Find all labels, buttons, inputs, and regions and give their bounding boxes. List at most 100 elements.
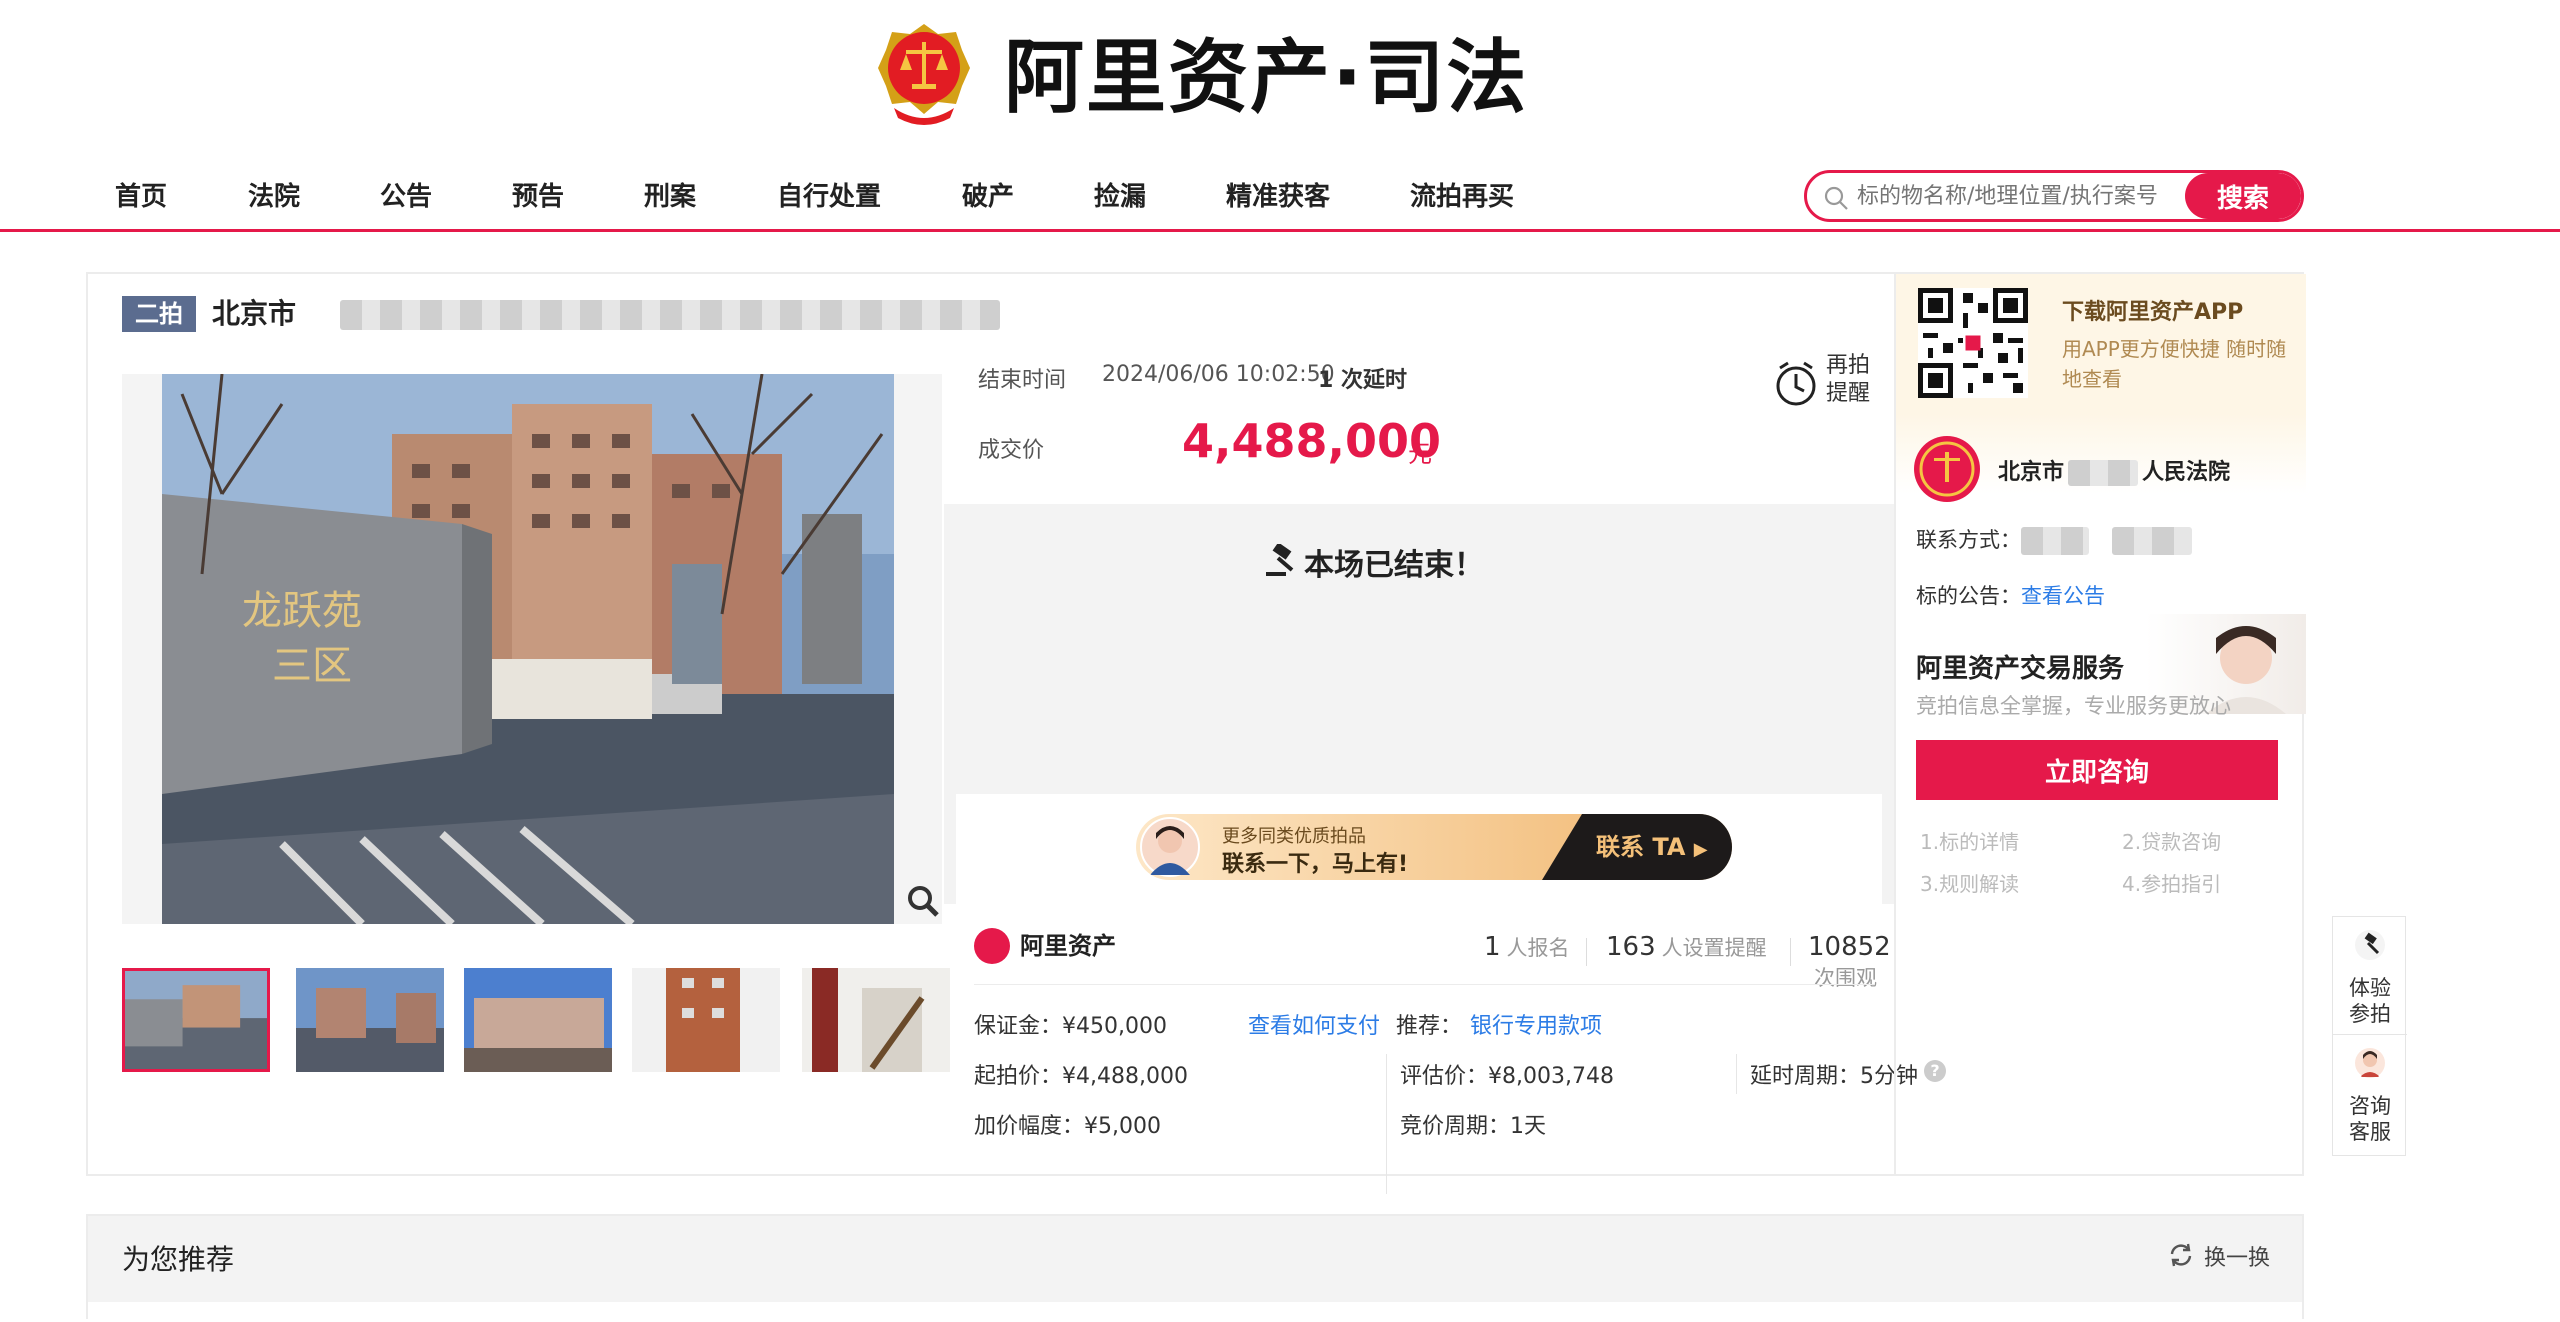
thumbnail-image (464, 968, 612, 1072)
stats-separator (974, 984, 1874, 985)
nav-item-precise-leads[interactable]: 精准获客 (1226, 176, 1330, 213)
thumbnail-image (125, 971, 267, 1069)
contact-ta-button[interactable]: 联系 TA ▶ (1542, 814, 1732, 880)
view-number: 10852 (1808, 932, 1891, 962)
ali-asset-logo-icon (974, 928, 1010, 964)
contact-promo-bar[interactable]: 更多同类优质拍品 联系一下，马上有! 联系 TA ▶ (1136, 814, 1732, 880)
gavel-icon (2355, 930, 2385, 960)
stat-divider (1586, 938, 1587, 966)
service-item-detail[interactable]: 1.标的详情 (1920, 826, 2019, 855)
refresh-button[interactable]: 换一换 (2168, 1240, 2270, 1272)
court-notice: 标的公告：查看公告 (1916, 580, 2105, 610)
court-name-suffix: 人民法院 (2142, 460, 2231, 485)
nav-item-bankruptcy[interactable]: 破产 (962, 176, 1014, 213)
reminder-label-line2: 提醒 (1826, 381, 1871, 406)
recommend-title: 为您推荐 (122, 1243, 235, 1276)
app-download-box: 下载阿里资产APP 用APP更方便快捷 随时随地查看 (1896, 274, 2306, 414)
app-download-title[interactable]: 下载阿里资产APP (2062, 294, 2243, 326)
deposit: 保证金：¥450,000 (974, 1014, 1167, 1039)
service-item-guide[interactable]: 4.参拍指引 (2122, 868, 2221, 897)
thumbnail-4[interactable] (632, 968, 780, 1072)
court-info: 北京市 人民法院 联系方式： 标的公告：查看公告 (1896, 414, 2306, 614)
delay-period: 延时周期：5分钟 (1750, 1064, 1918, 1089)
nav-item-self-disposal[interactable]: 自行处置 (777, 176, 881, 213)
court-emblem-graphic (1919, 441, 1975, 497)
qr-code-icon[interactable] (1918, 288, 2028, 398)
delay-count: 1 次延时 (1318, 368, 1407, 393)
search-button[interactable]: 搜索 (2185, 173, 2301, 219)
main-photo[interactable]: 龙跃苑 三区 (122, 374, 942, 924)
court-emblem-icon (1914, 436, 1980, 502)
reminder-label-line1: 再拍 (1826, 353, 1871, 378)
svg-text:三区: 三区 (272, 643, 352, 689)
search-input[interactable] (1857, 173, 2157, 219)
gavel-icon (1266, 544, 1294, 576)
view-label: 次围观 (1814, 966, 1877, 990)
nav-item-bargain[interactable]: 捡漏 (1094, 176, 1146, 213)
try-bidding-button[interactable]: 体验参拍 (2333, 917, 2407, 1035)
auction-round-tag: 二拍 (122, 296, 196, 332)
nav-item-notice[interactable]: 公告 (380, 176, 432, 213)
court-name[interactable]: 北京市 人民法院 (1998, 454, 2230, 486)
try-bidding-label: 体验参拍 (2349, 976, 2391, 1026)
stat-divider (1790, 938, 1791, 966)
svg-text:龙跃苑: 龙跃苑 (242, 588, 362, 634)
deal-price: 4,488,000 (1182, 414, 1441, 468)
court-name-prefix: 北京市 (1998, 460, 2065, 485)
logo-text: 阿里资产·司法 (1004, 31, 1529, 124)
service-item-rules[interactable]: 3.规则解读 (1920, 868, 2019, 897)
recommend-list-area (88, 1302, 2302, 1322)
brand-text: 阿里资产 (1020, 932, 1116, 960)
signup-label: 人报名 (1506, 936, 1570, 960)
bank-fund-link[interactable]: 银行专用款项 (1470, 1008, 1602, 1040)
search-box: 搜索 (1804, 170, 2304, 222)
trade-service-box: 阿里资产交易服务 竞拍信息全掌握，专业服务更放心 立即咨询 1.标的详情 2.贷… (1896, 614, 2306, 914)
increment: 加价幅度：¥5,000 (974, 1114, 1161, 1139)
nav-item-court[interactable]: 法院 (248, 176, 300, 213)
contact-label: 联系方式： (1916, 528, 2021, 552)
agent-avatar (1140, 817, 1200, 877)
service-subtitle: 竞拍信息全掌握，专业服务更放心 (1916, 694, 2231, 718)
contact-ta-label: 联系 TA (1596, 833, 1686, 861)
column-divider (1386, 1054, 1387, 1194)
nav-item-rebuy[interactable]: 流拍再买 (1410, 176, 1514, 213)
thumbnail-5[interactable] (802, 968, 950, 1072)
reminder-label: 再拍 提醒 (1826, 352, 1870, 408)
customer-service-button[interactable]: 咨询客服 (2333, 1035, 2407, 1153)
redacted-phone-1 (2021, 527, 2089, 555)
property-photo: 龙跃苑 三区 (162, 374, 894, 924)
nav-item-home[interactable]: 首页 (115, 176, 167, 213)
customer-service-avatar-icon (2355, 1048, 2385, 1078)
service-item-loan[interactable]: 2.贷款咨询 (2122, 826, 2221, 855)
stats-and-details: 阿里资产 1 人报名 163 人设置提醒 10852 次围观 保证金：¥450,000… (944, 912, 1946, 1202)
promo-line1: 更多同类优质拍品 (1222, 826, 1366, 847)
signup-number: 1 (1484, 932, 1501, 962)
triangle-right-icon: ▶ (1693, 839, 1708, 860)
zoom-icon[interactable] (906, 884, 940, 918)
redacted-court-district (2068, 460, 2139, 486)
view-notice-link[interactable]: 查看公告 (2021, 584, 2105, 608)
nav-item-criminal[interactable]: 刑案 (644, 176, 696, 213)
nav-item-preview[interactable]: 预告 (512, 176, 564, 213)
end-time-label: 结束时间 (978, 368, 1067, 393)
notice-label: 标的公告： (1916, 584, 2021, 608)
main-nav: 首页 法院 公告 预告 刑案 自行处置 破产 捡漏 精准获客 流拍再买 搜索 (0, 162, 2560, 232)
court-contact: 联系方式： (1916, 524, 2192, 555)
alarm-clock-icon (1776, 361, 1816, 406)
header-logo-bar: 阿里资产·司法 (0, 0, 2560, 160)
thumbnail-image (802, 968, 950, 1072)
how-to-pay-link[interactable]: 查看如何支付 (1248, 1008, 1380, 1040)
redacted-title (340, 300, 1000, 330)
reauction-reminder-button[interactable]: 再拍 提醒 (1774, 352, 1884, 412)
search-icon (1824, 186, 1848, 210)
thumbnail-3[interactable] (464, 968, 612, 1072)
bid-period: 竞价周期：1天 (1400, 1114, 1546, 1139)
consult-now-button[interactable]: 立即咨询 (1916, 740, 2278, 800)
thumbnail-2[interactable] (296, 968, 444, 1072)
floating-side-panel: 体验参拍 咨询客服 (2332, 916, 2407, 1156)
court-emblem-icon (878, 24, 970, 125)
thumbnail-1[interactable] (122, 968, 270, 1072)
promo-line2: 联系一下，马上有! (1222, 852, 1409, 877)
deal-price-label: 成交价 (978, 438, 1045, 463)
deal-price-unit: 元 (1408, 440, 1432, 468)
